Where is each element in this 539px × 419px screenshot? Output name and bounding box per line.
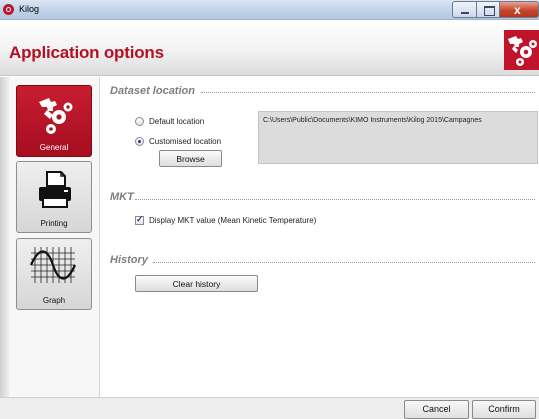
section-divider	[135, 199, 535, 200]
sidebar-edge	[0, 77, 9, 397]
clear-history-button[interactable]: Clear history	[135, 275, 258, 292]
maximize-button[interactable]	[476, 1, 500, 18]
sidebar-item-label: General	[39, 143, 69, 152]
section-heading-mkt: MKT	[110, 191, 134, 203]
browse-button[interactable]: Browse	[159, 150, 222, 167]
title-bar: Kilog x	[0, 0, 539, 20]
default-location-label: Default location	[149, 117, 205, 126]
sidebar-item-general[interactable]: General	[16, 85, 92, 157]
section-heading-dataset-location: Dataset location	[110, 85, 195, 97]
sidebar-item-label: Printing	[40, 219, 68, 228]
wrench-gears-icon	[37, 92, 73, 136]
dialog-footer: Cancel Confirm	[0, 397, 539, 419]
checkmark-icon: ✓	[136, 214, 144, 224]
close-button[interactable]: x	[499, 1, 539, 18]
dataset-path-field: C:\Users\Public\Documents\KIMO Instrumen…	[258, 111, 538, 164]
section-heading-history: History	[110, 254, 148, 266]
printer-icon	[37, 168, 73, 212]
display-mkt-checkbox[interactable]: ✓	[135, 214, 144, 225]
sidebar-item-printing[interactable]: Printing	[16, 161, 92, 233]
close-icon: x	[514, 3, 521, 17]
sidebar-item-label: Graph	[42, 296, 66, 305]
customised-location-radio[interactable]	[135, 137, 144, 146]
wrench-gears-icon	[504, 30, 539, 70]
sidebar-item-graph[interactable]: Graph	[16, 238, 92, 310]
dataset-path-value: C:\Users\Public\Documents\KIMO Instrumen…	[263, 117, 482, 124]
minimize-button[interactable]	[452, 1, 477, 18]
window-title: Kilog	[19, 4, 40, 14]
confirm-button[interactable]: Confirm	[472, 400, 536, 419]
display-mkt-label: Display MKT value (Mean Kinetic Temperat…	[149, 216, 317, 225]
section-divider	[153, 262, 535, 263]
options-panel: Dataset location Default location Custom…	[101, 77, 539, 397]
page-title: Application options	[9, 43, 164, 62]
graph-grid-icon	[29, 243, 81, 287]
default-location-radio[interactable]	[135, 117, 144, 126]
section-divider	[201, 92, 535, 93]
app-icon	[3, 4, 14, 15]
cancel-button[interactable]: Cancel	[404, 400, 469, 419]
customised-location-label: Customised location	[149, 137, 222, 146]
options-header: Application options	[0, 20, 539, 76]
